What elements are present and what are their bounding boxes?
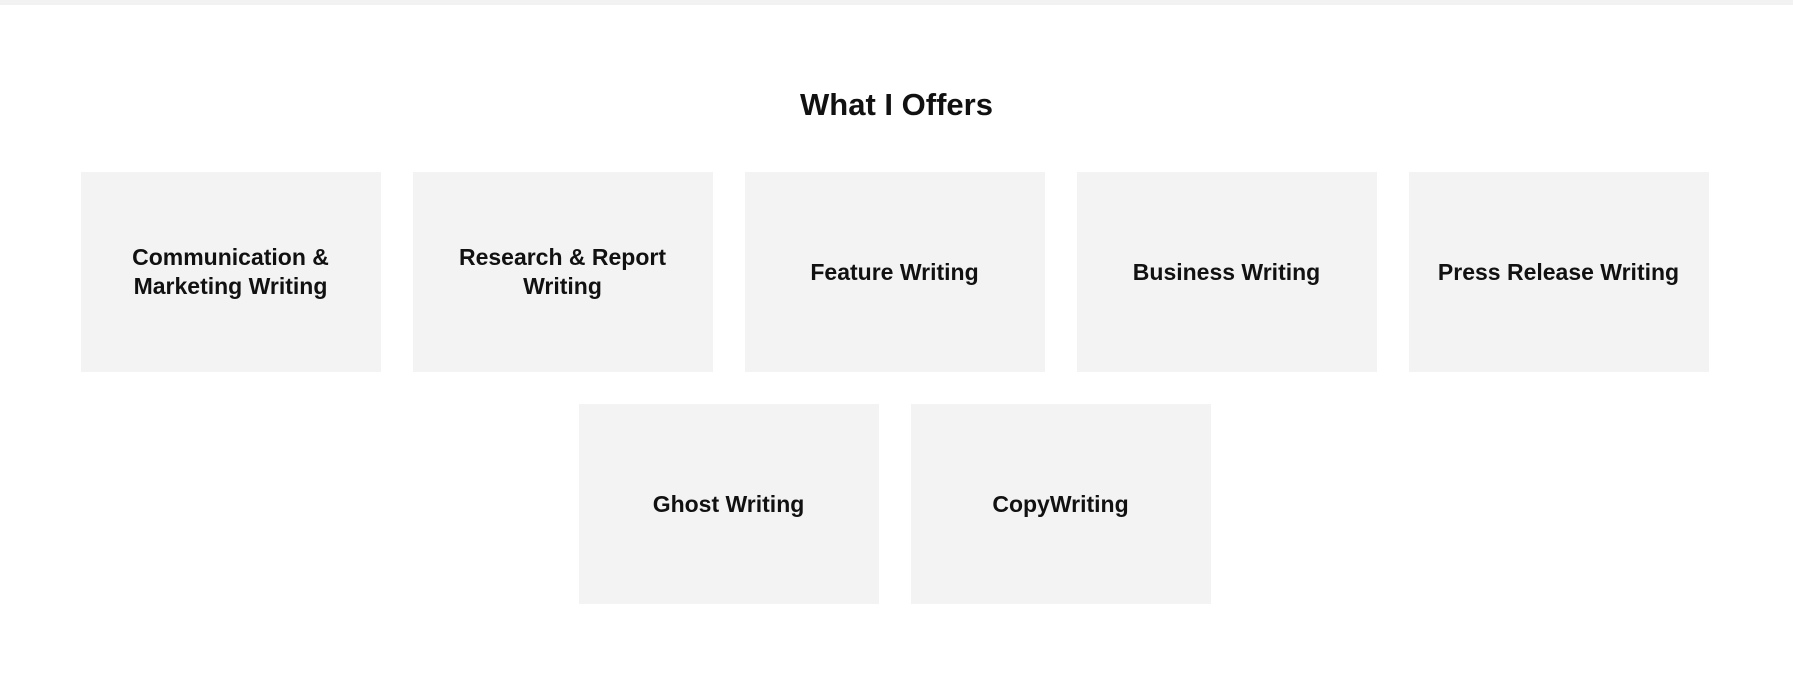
offer-card-business-writing[interactable]: Business Writing (1076, 172, 1377, 372)
offers-grid: Communication & Marketing Writing Resear… (80, 172, 1709, 636)
offer-label: Ghost Writing (652, 490, 805, 517)
top-divider (0, 0, 1793, 5)
offer-card-feature-writing[interactable]: Feature Writing (744, 172, 1045, 372)
offer-label: CopyWriting (992, 490, 1129, 517)
offer-card-communication-marketing[interactable]: Communication & Marketing Writing (80, 172, 381, 372)
offer-card-copywriting[interactable]: CopyWriting (910, 404, 1211, 604)
offer-card-press-release[interactable]: Press Release Writing (1408, 172, 1709, 372)
offer-label: Research & Report Writing (458, 244, 667, 299)
offer-label: Business Writing (1132, 258, 1321, 285)
offer-card-research-report[interactable]: Research & Report Writing (412, 172, 713, 372)
offer-label: Feature Writing (810, 258, 979, 285)
offers-row-1: Communication & Marketing Writing Resear… (80, 172, 1709, 372)
offers-row-2: Ghost Writing CopyWriting (80, 404, 1709, 604)
section-title: What I Offers (800, 87, 993, 122)
offer-card-ghost-writing[interactable]: Ghost Writing (578, 404, 879, 604)
offer-label: Communication & Marketing Writing (132, 244, 329, 299)
offer-label: Press Release Writing (1437, 258, 1680, 285)
